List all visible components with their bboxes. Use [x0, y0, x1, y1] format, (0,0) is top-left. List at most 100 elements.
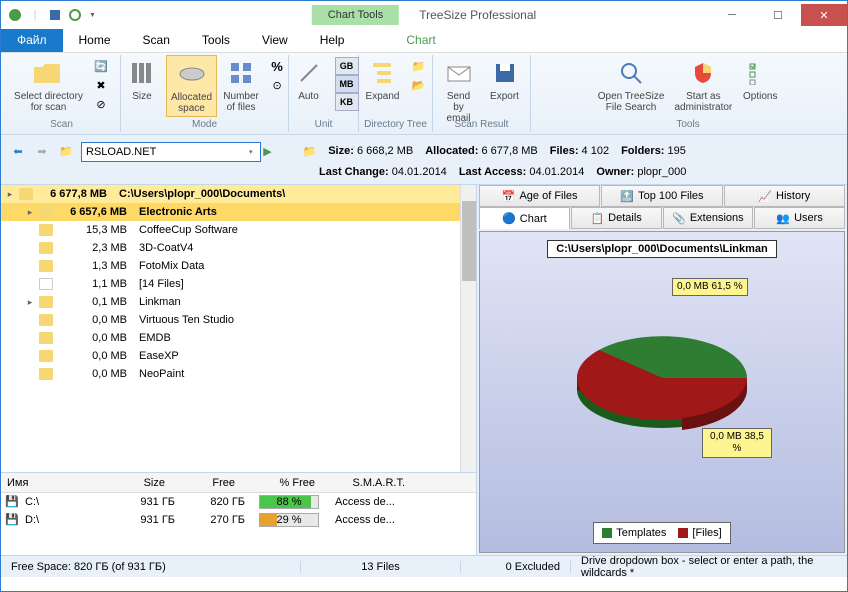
- tab-top100[interactable]: 🔝Top 100 Files: [601, 185, 722, 207]
- send-email-button[interactable]: Send by email: [437, 55, 481, 126]
- tab-history[interactable]: 📈History: [724, 185, 845, 207]
- dirtree-extra2-icon[interactable]: 📂: [409, 76, 429, 94]
- folder-icon: [39, 260, 53, 272]
- top100-icon: 🔝: [620, 190, 634, 203]
- folder-icon: [39, 350, 53, 362]
- folder-icon: [39, 314, 53, 326]
- tree-row[interactable]: 0,0 MBNeoPaint: [1, 365, 476, 383]
- chart-label-2: 0,0 MB 38,5 %: [702, 428, 772, 458]
- drive-row[interactable]: 💾C:\931 ГБ820 ГБ88 %Access de...: [1, 493, 476, 511]
- forward-button[interactable]: ➡: [33, 143, 51, 161]
- qat-save-icon[interactable]: [47, 7, 63, 23]
- drives-panel: Имя Size Free % Free S.M.A.R.T. 💾C:\931 …: [1, 473, 476, 555]
- go-button[interactable]: ▶: [259, 143, 277, 161]
- tree-row[interactable]: 2,3 MB3D-CoatV4: [1, 239, 476, 257]
- back-button[interactable]: ⬅: [9, 143, 27, 161]
- drive-row[interactable]: 💾D:\931 ГБ270 ГБ29 %Access de...: [1, 511, 476, 529]
- menu-view[interactable]: View: [246, 29, 304, 52]
- dirtree-extra1-icon[interactable]: 📁: [409, 57, 429, 75]
- minimize-button[interactable]: ─: [709, 4, 755, 26]
- tab-chart[interactable]: 🔵Chart: [479, 207, 570, 229]
- tree-row[interactable]: 0,0 MBEMDB: [1, 329, 476, 347]
- status-excluded: 0 Excluded: [461, 561, 571, 573]
- gb-button[interactable]: GB: [335, 57, 359, 75]
- folder-icon: [39, 224, 53, 236]
- allocated-mode-button[interactable]: Allocated space: [166, 55, 217, 117]
- folder-icon: [39, 296, 53, 308]
- percent-bar: 88 %: [259, 495, 319, 509]
- folder-stat-icon: 📁: [303, 145, 317, 158]
- tree-row[interactable]: 0,0 MBEaseXP: [1, 347, 476, 365]
- path-dropdown-icon[interactable]: ▾: [249, 148, 253, 156]
- menu-scan[interactable]: Scan: [127, 29, 186, 52]
- tree-name: [14 Files]: [139, 278, 476, 290]
- admin-button[interactable]: Start as administrator: [670, 55, 736, 115]
- grid-icon: [225, 57, 257, 89]
- left-panel: ▸6 677,8 MBC:\Users\plopr_000\Documents\…: [1, 185, 477, 555]
- up-folder-icon[interactable]: 📁: [57, 143, 75, 161]
- tree-expand-icon[interactable]: ▸: [25, 207, 35, 218]
- drives-header: Имя Size Free % Free S.M.A.R.T.: [1, 473, 476, 493]
- path-input[interactable]: [81, 142, 261, 162]
- tree-row[interactable]: 15,3 MBCoffeeCup Software: [1, 221, 476, 239]
- tab-age[interactable]: 📅Age of Files: [479, 185, 600, 207]
- tree-size: 6 677,8 MB: [37, 188, 115, 200]
- tree-expand-icon[interactable]: ▸: [25, 297, 35, 308]
- menu-help[interactable]: Help: [304, 29, 361, 52]
- options-button[interactable]: Options: [738, 55, 782, 104]
- menu-home[interactable]: Home: [63, 29, 127, 52]
- kb-button[interactable]: KB: [335, 93, 359, 111]
- users-icon: 👥: [776, 212, 790, 225]
- tree-name: CoffeeCup Software: [139, 224, 476, 236]
- folder-icon: [39, 206, 53, 218]
- file-search-button[interactable]: Open TreeSize File Search: [594, 55, 669, 115]
- select-directory-button[interactable]: Select directory for scan: [10, 55, 87, 115]
- tree-row[interactable]: ▸6 677,8 MBC:\Users\plopr_000\Documents\: [1, 185, 476, 203]
- mode-extra-icon[interactable]: ⊙: [267, 76, 287, 94]
- pie-icon: 🔵: [502, 212, 516, 225]
- stop-icon[interactable]: ⊘: [91, 95, 111, 113]
- tree-name: Virtuous Ten Studio: [139, 314, 476, 326]
- tree-name: FotoMix Data: [139, 260, 476, 272]
- history-icon: 📈: [758, 190, 772, 203]
- tree-name: 3D-CoatV4: [139, 242, 476, 254]
- files-mode-button[interactable]: Number of files: [219, 55, 263, 115]
- expand-button[interactable]: Expand: [361, 55, 405, 104]
- menu-chart[interactable]: Chart: [390, 29, 451, 52]
- close-button[interactable]: ✕: [801, 4, 847, 26]
- percent-icon[interactable]: %: [267, 57, 287, 75]
- file-icon: [39, 278, 53, 290]
- export-button[interactable]: Export: [483, 55, 527, 104]
- drive-icon: 💾: [5, 513, 21, 527]
- menu-tools[interactable]: Tools: [186, 29, 246, 52]
- main-area: ▸6 677,8 MBC:\Users\plopr_000\Documents\…: [1, 185, 847, 555]
- tree-name: NeoPaint: [139, 368, 476, 380]
- size-mode-button[interactable]: Size: [120, 55, 164, 104]
- tree-name: Linkman: [139, 296, 476, 308]
- qat-dropdown-icon[interactable]: ▼: [89, 12, 96, 19]
- qat-refresh-icon[interactable]: [67, 7, 83, 23]
- tab-extensions[interactable]: 📎Extensions: [663, 207, 754, 229]
- disk-icon: [176, 58, 208, 90]
- tree-row[interactable]: 1,3 MBFotoMix Data: [1, 257, 476, 275]
- tree-expand-icon[interactable]: ▸: [5, 189, 15, 200]
- tree-view[interactable]: ▸6 677,8 MBC:\Users\plopr_000\Documents\…: [1, 185, 476, 473]
- tab-details[interactable]: 📋Details: [571, 207, 662, 229]
- tree-row[interactable]: 0,0 MBVirtuous Ten Studio: [1, 311, 476, 329]
- right-panel: 📅Age of Files 🔝Top 100 Files 📈History 🔵C…: [477, 185, 847, 555]
- menu-file[interactable]: Файл: [1, 29, 63, 52]
- tree-row[interactable]: ▸0,1 MBLinkman: [1, 293, 476, 311]
- refresh-icon[interactable]: 🔄: [91, 57, 111, 75]
- scrollbar-vertical[interactable]: [460, 185, 476, 472]
- tree-row[interactable]: 1,1 MB[14 Files]: [1, 275, 476, 293]
- pie-chart[interactable]: 0,0 MB 61,5 % 0,0 MB 38,5 %: [552, 278, 772, 458]
- maximize-button[interactable]: ☐: [755, 4, 801, 26]
- tree-row[interactable]: ▸6 657,6 MBElectronic Arts: [1, 203, 476, 221]
- remove-scan-icon[interactable]: ✖: [91, 76, 111, 94]
- chart-area: C:\Users\plopr_000\Documents\Linkman 0,0…: [479, 231, 845, 553]
- statusbar: Free Space: 820 ГБ (of 931 ГБ) 13 Files …: [1, 555, 847, 577]
- mb-button[interactable]: MB: [335, 75, 359, 93]
- auto-unit-button[interactable]: Auto: [287, 55, 331, 104]
- tab-users[interactable]: 👥Users: [754, 207, 845, 229]
- chart-label-1: 0,0 MB 61,5 %: [672, 278, 748, 296]
